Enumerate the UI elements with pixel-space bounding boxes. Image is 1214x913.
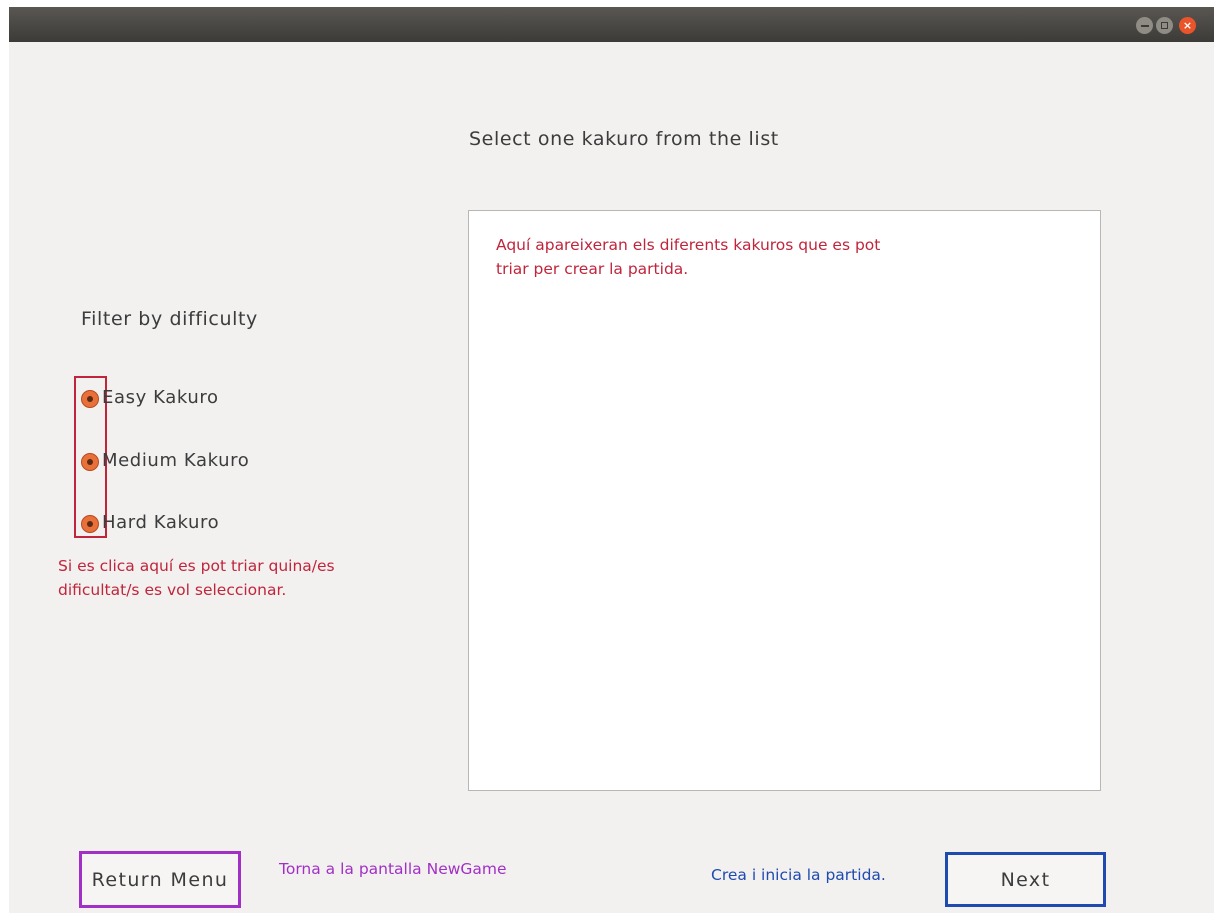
radio-easy-label[interactable]: Easy Kakuro xyxy=(102,387,219,408)
maximize-icon[interactable] xyxy=(1156,17,1173,34)
page-title: Select one kakuro from the list xyxy=(469,128,779,150)
filter-annotation: Si es clica aquí es pot triar quina/es d… xyxy=(58,557,335,599)
radio-hard[interactable]: Hard Kakuro xyxy=(81,509,219,535)
return-annotation: Torna a la pantalla NewGame xyxy=(279,860,507,878)
radio-medium-label[interactable]: Medium Kakuro xyxy=(102,450,249,471)
window-titlebar: × xyxy=(9,7,1214,42)
next-button[interactable]: Next xyxy=(945,852,1106,907)
window-content: Select one kakuro from the list Aquí apa… xyxy=(9,42,1214,913)
radio-medium[interactable]: Medium Kakuro xyxy=(81,447,249,473)
radio-easy[interactable]: Easy Kakuro xyxy=(81,384,219,410)
kakuro-list-annotation: Aquí apareixeran els diferents kakuros q… xyxy=(496,236,881,278)
radio-easy-icon[interactable] xyxy=(81,390,99,408)
kakuro-list[interactable]: Aquí apareixeran els diferents kakuros q… xyxy=(468,210,1101,791)
radio-medium-icon[interactable] xyxy=(81,453,99,471)
radio-hard-label[interactable]: Hard Kakuro xyxy=(102,512,219,533)
filter-label: Filter by difficulty xyxy=(81,308,258,330)
radio-hard-icon[interactable] xyxy=(81,515,99,533)
close-icon[interactable]: × xyxy=(1179,17,1196,34)
next-annotation: Crea i inicia la partida. xyxy=(711,866,886,884)
return-menu-button[interactable]: Return Menu xyxy=(79,851,241,908)
minimize-icon[interactable] xyxy=(1136,17,1153,34)
